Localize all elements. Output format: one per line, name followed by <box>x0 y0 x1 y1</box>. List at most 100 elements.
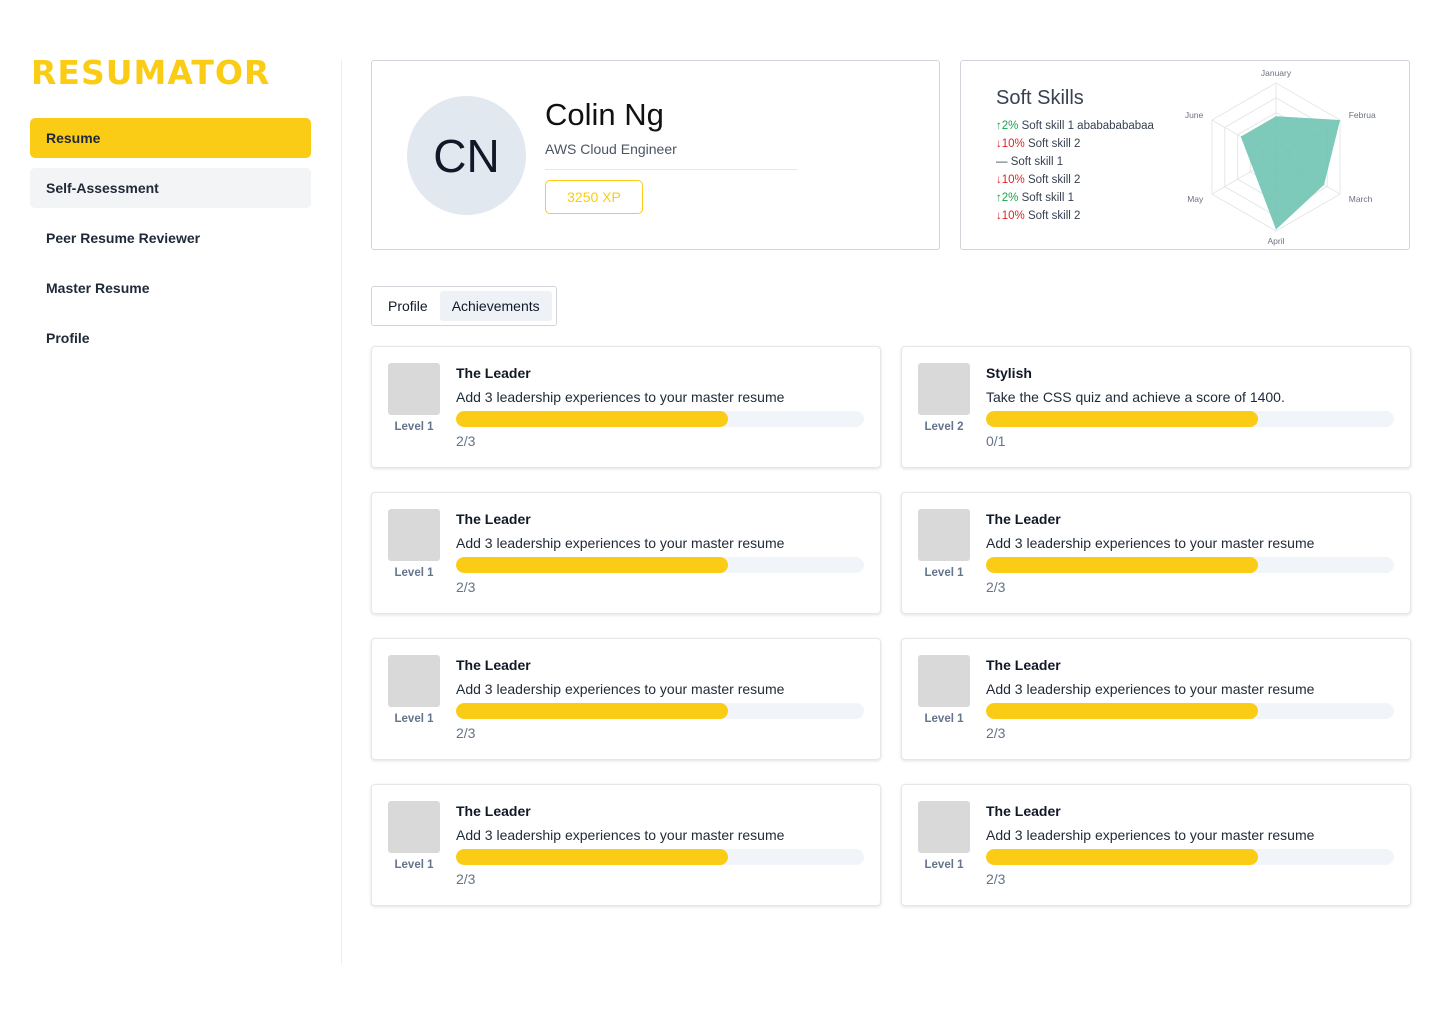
achievement-description: Add 3 leadership experiences to your mas… <box>986 681 1315 697</box>
achievement-progress-fill <box>986 557 1259 573</box>
achievement-card[interactable]: Level 1 The Leader Add 3 leadership experi… <box>901 784 1411 906</box>
achievement-card[interactable]: Level 2 Stylish Take the CSS quiz and achi… <box>901 346 1411 468</box>
profile-divider <box>545 169 797 170</box>
soft-skills-title: Soft Skills <box>996 87 1084 109</box>
app-logo[interactable]: RESUMATOR <box>31 53 270 92</box>
achievement-progress-fill <box>456 849 729 865</box>
soft-skill-label: Soft skill 2 <box>1027 174 1081 186</box>
soft-skill-row: ↓10% Soft skill 2 <box>996 207 1154 225</box>
achievement-count: 2/3 <box>456 725 476 741</box>
achievement-level: Level 1 <box>394 859 434 871</box>
sidebar-nav: Resume Self-Assessment Peer Resume Revie… <box>30 118 311 368</box>
radar-axis-label: May <box>1187 194 1204 204</box>
achievement-count: 2/3 <box>456 871 476 887</box>
tab-achievements[interactable]: Achievements <box>439 291 552 321</box>
soft-skill-row: — Soft skill 1 <box>996 153 1154 171</box>
achievement-level: Level 2 <box>924 421 964 433</box>
achievement-badge-placeholder <box>388 655 440 707</box>
soft-skill-change: 2% <box>1001 120 1019 132</box>
soft-skill-row: ↓10% Soft skill 2 <box>996 171 1154 189</box>
achievement-progress-bar <box>986 703 1394 719</box>
achievement-count: 2/3 <box>986 579 1006 595</box>
achievement-level: Level 1 <box>394 421 434 433</box>
soft-skill-label: Soft skill 1 abababababaa <box>1021 120 1154 132</box>
achievement-level: Level 1 <box>394 713 434 725</box>
achievement-progress-fill <box>456 557 729 573</box>
sidebar-item-profile[interactable]: Profile <box>30 318 311 358</box>
achievement-badge-placeholder <box>918 801 970 853</box>
tab-profile[interactable]: Profile <box>376 291 440 321</box>
achievement-name: The Leader <box>986 803 1061 819</box>
achievement-progress-fill <box>986 849 1259 865</box>
achievement-level: Level 1 <box>924 713 964 725</box>
soft-skill-label: Soft skill 2 <box>1027 210 1081 222</box>
soft-skills-list: ↑2% Soft skill 1 abababababaa ↓10% Soft s… <box>996 117 1154 225</box>
achievement-badge-placeholder <box>918 363 970 415</box>
achievement-card[interactable]: Level 1 The Leader Add 3 leadership experi… <box>901 638 1411 760</box>
soft-skill-row: ↓10% Soft skill 2 <box>996 135 1154 153</box>
achievement-description: Add 3 leadership experiences to your mas… <box>456 535 785 551</box>
radar-axis-label: March <box>1349 194 1373 204</box>
achievement-card[interactable]: Level 1 The Leader Add 3 leadership experi… <box>371 492 881 614</box>
achievement-level: Level 1 <box>924 859 964 871</box>
sidebar-item-peer-resume-reviewer[interactable]: Peer Resume Reviewer <box>30 218 311 258</box>
achievement-name: The Leader <box>456 657 531 673</box>
achievement-progress-fill <box>986 411 1259 427</box>
xp-badge: 3250 XP <box>545 180 643 214</box>
achievement-name: The Leader <box>456 511 531 527</box>
achievement-progress-bar <box>986 411 1394 427</box>
soft-skill-label: Soft skill 1 <box>1021 192 1074 204</box>
soft-skill-row: ↑2% Soft skill 1 abababababaa <box>996 117 1154 135</box>
soft-skill-row: ↑2% Soft skill 1 <box>996 189 1154 207</box>
sidebar-item-label: Peer Resume Reviewer <box>46 230 201 246</box>
achievement-name: The Leader <box>986 511 1061 527</box>
achievement-card[interactable]: Level 1 The Leader Add 3 leadership experi… <box>901 492 1411 614</box>
radar-axis-label: April <box>1267 236 1284 246</box>
achievement-badge-placeholder <box>388 801 440 853</box>
achievement-description: Add 3 leadership experiences to your mas… <box>986 827 1315 843</box>
achievement-progress-fill <box>456 703 729 719</box>
achievement-name: The Leader <box>456 803 531 819</box>
achievement-count: 2/3 <box>986 725 1006 741</box>
radar-axis-label: June <box>1185 110 1204 120</box>
achievement-count: 0/1 <box>986 433 1006 449</box>
sidebar-item-resume[interactable]: Resume <box>30 118 311 158</box>
profile-name: Colin Ng <box>545 97 664 132</box>
sidebar-divider <box>341 60 342 965</box>
achievement-progress-bar <box>986 557 1394 573</box>
sidebar-item-label: Resume <box>46 130 101 146</box>
achievement-badge-placeholder <box>388 509 440 561</box>
achievement-description: Add 3 leadership experiences to your mas… <box>456 681 785 697</box>
achievement-level: Level 1 <box>924 567 964 579</box>
achievement-name: Stylish <box>986 365 1032 381</box>
soft-skill-label: Soft skill 1 <box>1010 156 1064 168</box>
achievement-level: Level 1 <box>394 567 434 579</box>
avatar: CN <box>407 96 526 215</box>
soft-skills-radar-chart: January February March April May June <box>1185 68 1376 246</box>
achievement-progress-bar <box>456 849 864 865</box>
sidebar-item-self-assessment[interactable]: Self-Assessment <box>30 168 311 208</box>
profile-card: CN Colin Ng AWS Cloud Engineer 3250 XP <box>371 60 940 250</box>
sidebar-item-master-resume[interactable]: Master Resume <box>30 268 311 308</box>
achievement-count: 2/3 <box>456 579 476 595</box>
radar-series-area <box>1240 116 1341 230</box>
achievement-progress-bar <box>456 411 864 427</box>
achievement-card[interactable]: Level 1 The Leader Add 3 leadership experi… <box>371 784 881 906</box>
radar-axis-label: February <box>1349 110 1376 120</box>
achievement-card[interactable]: Level 1 The Leader Add 3 leadership experi… <box>371 346 881 468</box>
achievement-badge-placeholder <box>388 363 440 415</box>
achievement-badge-placeholder <box>918 509 970 561</box>
soft-skill-change: 2% <box>1001 192 1019 204</box>
sidebar-item-label: Profile <box>46 330 90 346</box>
achievement-card[interactable]: Level 1 The Leader Add 3 leadership experi… <box>371 638 881 760</box>
achievement-description: Add 3 leadership experiences to your mas… <box>456 827 785 843</box>
soft-skill-label: Soft skill 2 <box>1027 138 1081 150</box>
achievement-count: 2/3 <box>986 871 1006 887</box>
achievement-progress-bar <box>456 557 864 573</box>
soft-skill-change: 10% <box>1001 138 1025 150</box>
sidebar-item-label: Master Resume <box>46 280 150 296</box>
achievement-name: The Leader <box>986 657 1061 673</box>
radar-axis-label: January <box>1261 68 1292 78</box>
soft-skills-card: Soft Skills ↑2% Soft skill 1 abababababa… <box>960 60 1410 250</box>
soft-skill-change: 10% <box>1001 210 1025 222</box>
